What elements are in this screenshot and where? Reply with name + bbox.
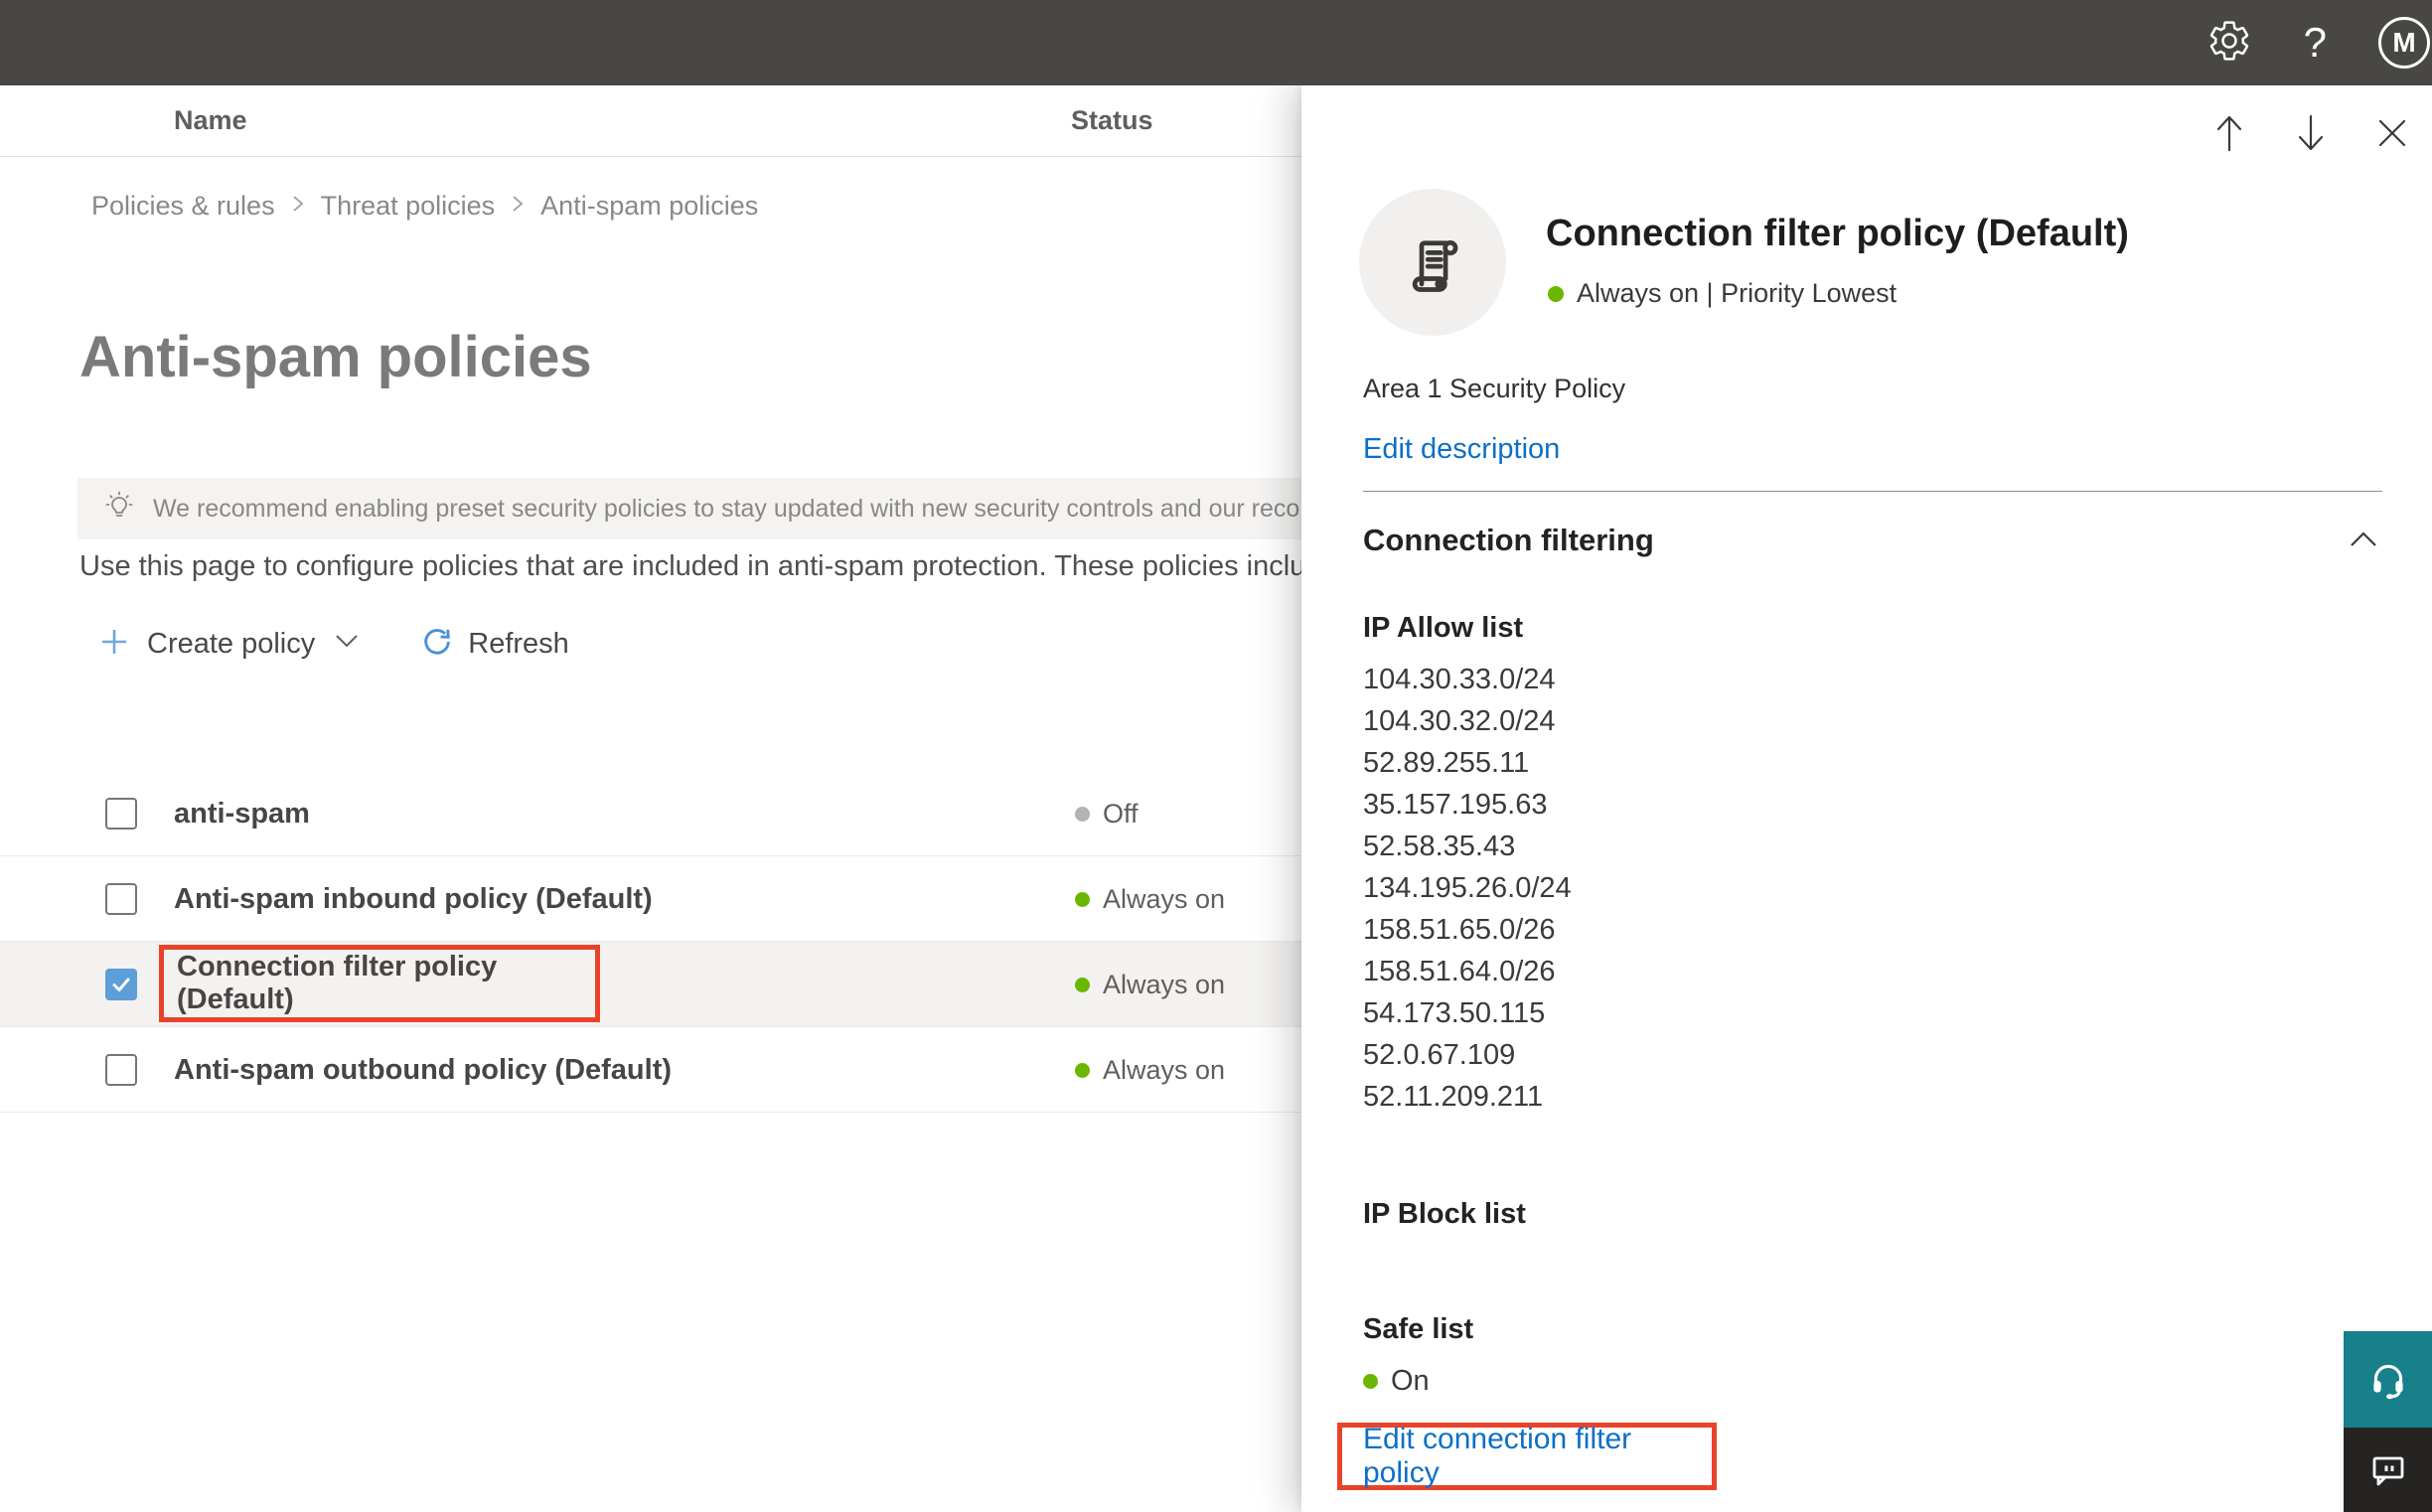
gear-icon bbox=[2206, 18, 2252, 69]
policy-details-flyout: Connection filter policy (Default) Alway… bbox=[1301, 85, 2432, 1512]
edit-description-link[interactable]: Edit description bbox=[1363, 433, 1560, 466]
ip-allow-list: 104.30.33.0/24 104.30.32.0/24 52.89.255.… bbox=[1363, 659, 1572, 1118]
status-dot-on bbox=[1075, 891, 1090, 907]
status-badge: Always on bbox=[1103, 883, 1226, 914]
table-row[interactable]: Anti-spam inbound policy (Default) Alway… bbox=[0, 856, 1301, 942]
support-button[interactable] bbox=[2344, 1331, 2432, 1428]
plus-icon bbox=[99, 627, 129, 662]
highlight-box: Edit connection filter policy bbox=[1337, 1423, 1717, 1490]
refresh-button[interactable]: Refresh bbox=[359, 625, 569, 664]
breadcrumb: Policies & rules Threat policies Anti-sp… bbox=[91, 191, 758, 222]
breadcrumb-threat-policies[interactable]: Threat policies bbox=[321, 191, 496, 222]
headset-icon bbox=[2372, 1364, 2403, 1399]
status-dot-off bbox=[1075, 806, 1090, 822]
ip-entry: 104.30.33.0/24 bbox=[1363, 664, 1556, 695]
table-row[interactable]: anti-spam Off bbox=[0, 771, 1301, 856]
ip-entry: 52.11.209.211 bbox=[1363, 1081, 1544, 1113]
close-panel-button[interactable] bbox=[2370, 111, 2414, 155]
policy-type-avatar bbox=[1359, 189, 1506, 336]
ip-entry: 54.173.50.115 bbox=[1363, 997, 1546, 1029]
highlight-box: Connection filter policy (Default) bbox=[159, 945, 600, 1022]
ip-entry: 52.89.255.11 bbox=[1363, 747, 1530, 779]
scroll-policy-icon bbox=[1412, 239, 1458, 292]
chevron-up-icon bbox=[2351, 531, 2376, 546]
breadcrumb-anti-spam-policies[interactable]: Anti-spam policies bbox=[540, 191, 758, 222]
ip-entry: 35.157.195.63 bbox=[1363, 789, 1548, 821]
policy-name: Anti-spam outbound policy (Default) bbox=[174, 1053, 673, 1086]
ip-entry: 52.0.67.109 bbox=[1363, 1039, 1516, 1071]
ip-allow-list-heading: IP Allow list bbox=[1363, 612, 1524, 644]
panel-title: Connection filter policy (Default) bbox=[1546, 213, 2129, 254]
connection-filtering-heading: Connection filtering bbox=[1363, 523, 1654, 557]
edit-connection-filter-policy-link[interactable]: Edit connection filter policy bbox=[1363, 1423, 1712, 1490]
chevron-down-icon bbox=[335, 634, 359, 654]
policy-name: Connection filter policy (Default) bbox=[177, 951, 498, 1015]
row-checkbox[interactable] bbox=[105, 1054, 137, 1086]
avatar-initial: M bbox=[2392, 27, 2416, 58]
ip-block-list-heading: IP Block list bbox=[1363, 1198, 1526, 1230]
policy-description: Area 1 Security Policy bbox=[1363, 374, 1626, 403]
status-badge: Always on bbox=[1103, 969, 1226, 999]
row-checkbox[interactable] bbox=[105, 883, 137, 915]
status-dot-on bbox=[1075, 1062, 1090, 1078]
lightbulb-icon bbox=[101, 489, 137, 529]
refresh-label: Refresh bbox=[468, 627, 569, 660]
safe-list-status-text: On bbox=[1391, 1365, 1430, 1397]
settings-button[interactable] bbox=[2206, 18, 2252, 69]
ip-entry: 158.51.65.0/26 bbox=[1363, 914, 1556, 946]
panel-status-line: Always on | Priority Lowest bbox=[1548, 278, 1897, 309]
status-badge: Off bbox=[1103, 798, 1139, 829]
row-checkbox-checked[interactable] bbox=[105, 969, 137, 1000]
chat-bubble-icon bbox=[2372, 1456, 2403, 1485]
breadcrumb-policies-rules[interactable]: Policies & rules bbox=[91, 191, 275, 222]
banner-text: We recommend enabling preset security po… bbox=[153, 494, 1355, 523]
account-avatar[interactable]: M bbox=[2378, 17, 2430, 69]
next-item-button[interactable] bbox=[2289, 111, 2333, 155]
create-policy-button[interactable]: Create policy bbox=[99, 627, 359, 662]
status-badge: Always on bbox=[1103, 1054, 1226, 1085]
ip-entry: 52.58.35.43 bbox=[1363, 831, 1516, 862]
status-dot-on bbox=[1548, 285, 1564, 302]
column-header-name[interactable]: Name bbox=[174, 105, 247, 136]
section-divider bbox=[1363, 491, 2382, 492]
status-dot-on bbox=[1075, 977, 1090, 992]
page-description: Use this page to configure policies that… bbox=[79, 550, 1338, 582]
help-icon: ? bbox=[2303, 19, 2327, 66]
chevron-right-icon bbox=[291, 191, 305, 222]
refresh-icon bbox=[420, 625, 454, 664]
arrow-down-icon bbox=[2298, 114, 2324, 151]
ip-entry: 158.51.64.0/26 bbox=[1363, 956, 1556, 987]
status-dot-on bbox=[1363, 1374, 1378, 1389]
policy-name: Anti-spam inbound policy (Default) bbox=[174, 882, 653, 915]
top-app-bar: ? M bbox=[0, 0, 2432, 85]
previous-item-button[interactable] bbox=[2207, 111, 2251, 155]
create-policy-label: Create policy bbox=[147, 627, 316, 660]
arrow-up-icon bbox=[2216, 115, 2242, 152]
page-title: Anti-spam policies bbox=[79, 325, 592, 389]
feedback-button[interactable] bbox=[2344, 1428, 2432, 1512]
help-button[interactable]: ? bbox=[2304, 22, 2327, 64]
table-row[interactable]: Anti-spam outbound policy (Default) Alwa… bbox=[0, 1027, 1301, 1113]
row-checkbox[interactable] bbox=[105, 798, 137, 830]
command-bar: Create policy Refresh bbox=[99, 616, 569, 672]
ip-entry: 104.30.32.0/24 bbox=[1363, 705, 1556, 737]
ip-entry: 134.195.26.0/24 bbox=[1363, 872, 1572, 904]
chevron-right-icon bbox=[511, 191, 525, 222]
safe-list-heading: Safe list bbox=[1363, 1313, 1474, 1345]
safe-list-status: On bbox=[1363, 1365, 1430, 1398]
policy-name: anti-spam bbox=[174, 797, 310, 830]
panel-status-text: Always on | Priority Lowest bbox=[1577, 278, 1898, 308]
collapse-section-button[interactable] bbox=[2349, 530, 2378, 553]
table-row-selected[interactable]: Connection filter policy (Default) Alway… bbox=[0, 942, 1301, 1027]
close-icon bbox=[2378, 119, 2406, 147]
table-header: Name Status bbox=[0, 85, 1301, 157]
column-header-status[interactable]: Status bbox=[1071, 105, 1153, 136]
